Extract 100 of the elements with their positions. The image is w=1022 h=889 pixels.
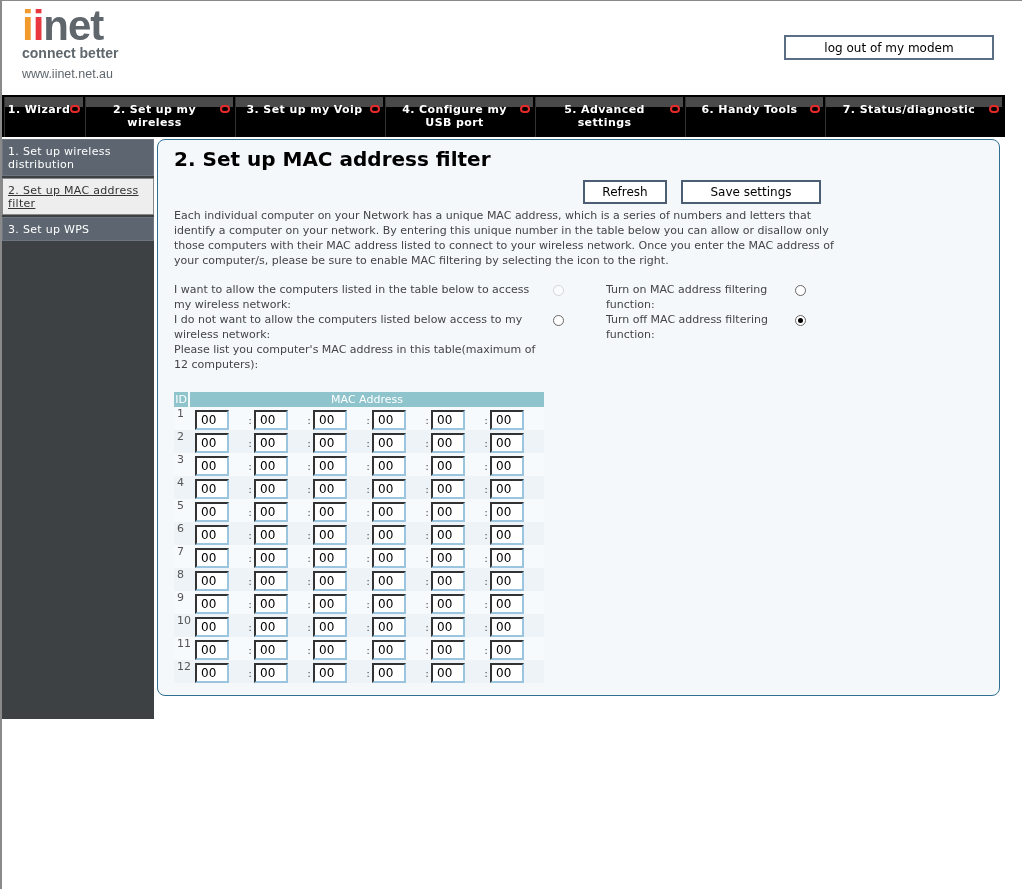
octet-field[interactable]: 00	[313, 640, 347, 660]
octet-field[interactable]: 00	[254, 571, 288, 591]
octet-field[interactable]: 00	[490, 456, 524, 476]
octet-field[interactable]: 00	[431, 594, 465, 614]
octet-field[interactable]: 00	[431, 410, 465, 430]
octet-field[interactable]: 00	[313, 594, 347, 614]
octet-field[interactable]: 00	[431, 525, 465, 545]
nav-tab[interactable]: 2. Set up my wireless	[85, 97, 233, 137]
logout-button[interactable]: log out of my modem	[784, 35, 994, 60]
octet-field[interactable]: 00	[372, 571, 406, 591]
octet-field[interactable]: 00	[195, 571, 229, 591]
separator-text: :	[247, 460, 253, 473]
octet-field[interactable]: 00	[431, 502, 465, 522]
separator-text: :	[247, 414, 253, 427]
website-url: www.iinet.net.au	[22, 67, 115, 81]
octet-field[interactable]: 00	[490, 617, 524, 637]
separator-text: :	[306, 644, 312, 657]
octet-field[interactable]: 00	[431, 456, 465, 476]
octet-field[interactable]: 00	[431, 479, 465, 499]
octet-field[interactable]: 00	[195, 433, 229, 453]
refresh-button[interactable]: Refresh	[583, 180, 667, 204]
sidebar-item[interactable]: 3. Set up WPS	[2, 217, 154, 241]
octet-field[interactable]: 00	[372, 479, 406, 499]
sidebar-item[interactable]: 1. Set up wireless distribution	[2, 139, 154, 176]
octet-field[interactable]: 00	[372, 640, 406, 660]
octet-field[interactable]: 00	[254, 617, 288, 637]
separator-text: :	[247, 437, 253, 450]
octet-field[interactable]: 00	[372, 525, 406, 545]
octet-field[interactable]: 00	[490, 640, 524, 660]
octet-field[interactable]: 00	[490, 479, 524, 499]
octet-field[interactable]: 00	[254, 433, 288, 453]
octet-field[interactable]: 00	[431, 640, 465, 660]
octet-field[interactable]: 00	[313, 502, 347, 522]
octet-field[interactable]: 00	[372, 433, 406, 453]
octet-field[interactable]: 00	[372, 663, 406, 683]
octet-field[interactable]: 00	[431, 433, 465, 453]
row-id: 7	[176, 545, 185, 558]
octet-field[interactable]: 00	[431, 617, 465, 637]
octet-field[interactable]: 00	[372, 410, 406, 430]
separator-text: :	[424, 506, 430, 519]
save-button[interactable]: Save settings	[681, 180, 821, 204]
octet-field[interactable]: 00	[372, 548, 406, 568]
octet-field[interactable]: 00	[254, 502, 288, 522]
octet-field[interactable]: 00	[313, 410, 347, 430]
nav-tab[interactable]: 1. Wizard	[4, 97, 83, 137]
separator-text: :	[247, 483, 253, 496]
octet-field[interactable]: 00	[313, 479, 347, 499]
octet-field[interactable]: 00	[313, 548, 347, 568]
octet-field[interactable]: 00	[195, 410, 229, 430]
octet-field[interactable]: 00	[372, 617, 406, 637]
octet-field[interactable]: 00	[195, 640, 229, 660]
separator-text: :	[306, 621, 312, 634]
octet-field[interactable]: 00	[254, 410, 288, 430]
octet-field[interactable]: 00	[313, 433, 347, 453]
nav-tab[interactable]: 7. Status/diagnostic	[825, 97, 1002, 137]
octet-field[interactable]: 00	[372, 456, 406, 476]
octet-field[interactable]: 00	[490, 663, 524, 683]
octet-field[interactable]: 00	[372, 594, 406, 614]
separator-text: :	[424, 414, 430, 427]
octet-field[interactable]: 00	[490, 548, 524, 568]
nav-tab[interactable]: 4. Configure my USB port	[385, 97, 533, 137]
octet-field[interactable]: 00	[195, 525, 229, 545]
octet-field[interactable]: 00	[254, 594, 288, 614]
octet-field[interactable]: 00	[490, 502, 524, 522]
octet-field[interactable]: 00	[254, 479, 288, 499]
octet-field[interactable]: 00	[195, 594, 229, 614]
octet-field[interactable]: 00	[490, 410, 524, 430]
octet-field[interactable]: 00	[490, 433, 524, 453]
separator-text: :	[306, 437, 312, 450]
octet-field[interactable]: 00	[313, 617, 347, 637]
octet-field[interactable]: 00	[254, 456, 288, 476]
octet-field[interactable]: 00	[490, 571, 524, 591]
octet-field[interactable]: 00	[254, 548, 288, 568]
nav-tab[interactable]: 5. Advanced settings	[535, 97, 683, 137]
octet-field[interactable]: 00	[254, 525, 288, 545]
sidebar-item[interactable]: 2. Set up MAC address filter	[2, 178, 154, 215]
octet-field[interactable]: 00	[313, 663, 347, 683]
octet-field[interactable]: 00	[431, 571, 465, 591]
octet-field[interactable]: 00	[195, 663, 229, 683]
octet-field[interactable]: 00	[372, 502, 406, 522]
separator-text: :	[365, 621, 371, 634]
octet-field[interactable]: 00	[431, 548, 465, 568]
octet-field[interactable]: 00	[254, 663, 288, 683]
octet-field[interactable]: 00	[195, 502, 229, 522]
octet-field[interactable]: 00	[254, 640, 288, 660]
nav-tab[interactable]: 3. Set up my Voip	[235, 97, 383, 137]
octet-field[interactable]: 00	[490, 594, 524, 614]
row-id: 12	[176, 660, 192, 673]
octet-field[interactable]: 00	[195, 548, 229, 568]
separator-text: :	[424, 460, 430, 473]
octet-field[interactable]: 00	[431, 663, 465, 683]
octet-field[interactable]: 00	[490, 525, 524, 545]
separator-text: :	[365, 460, 371, 473]
octet-field[interactable]: 00	[195, 617, 229, 637]
octet-field[interactable]: 00	[313, 456, 347, 476]
octet-field[interactable]: 00	[313, 571, 347, 591]
octet-field[interactable]: 00	[195, 456, 229, 476]
nav-tab[interactable]: 6. Handy Tools	[685, 97, 823, 137]
octet-field[interactable]: 00	[195, 479, 229, 499]
octet-field[interactable]: 00	[313, 525, 347, 545]
